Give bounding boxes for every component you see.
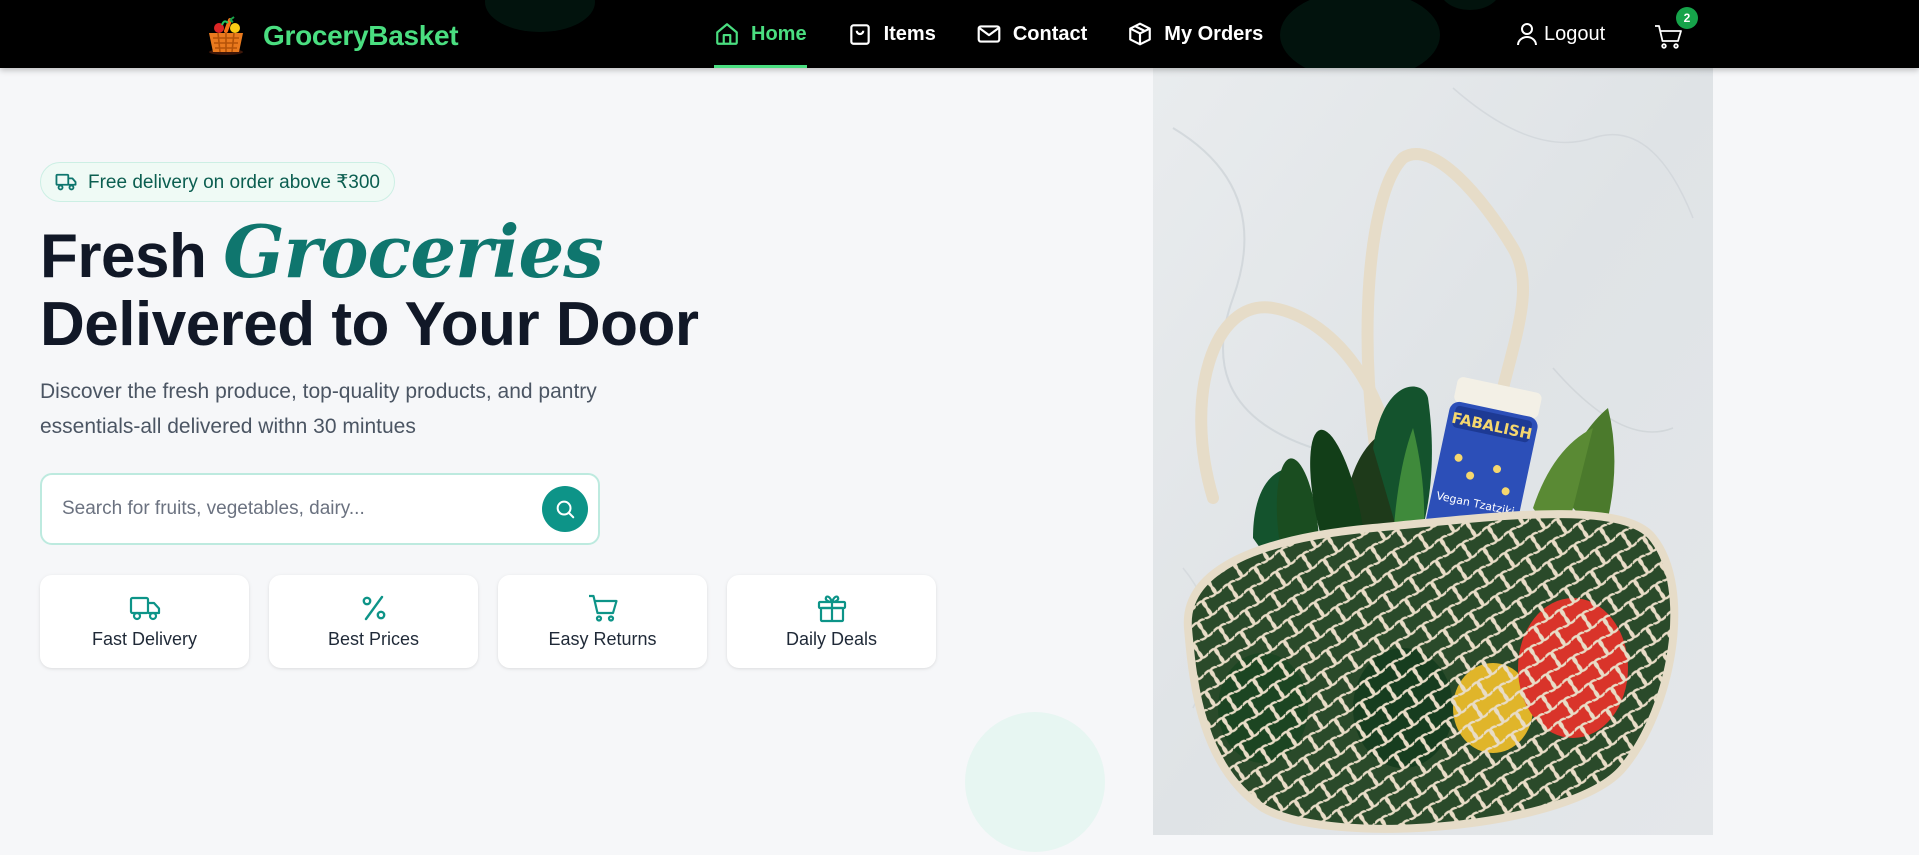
feature-cards: Fast Delivery Best Prices Easy Returns D… (40, 575, 956, 668)
hero-subtext: Discover the fresh produce, top-quality … (40, 380, 597, 438)
main-nav: Home Items Contact My Orders (714, 0, 1303, 68)
decorative-circle (965, 712, 1105, 852)
headline-accent: Groceries (223, 209, 604, 294)
search-icon (556, 500, 575, 519)
navbar: GroceryBasket Home Items Contact My Orde… (0, 0, 1919, 68)
nav-decoration (1280, 0, 1440, 68)
headline-line2: Delivered to Your Door (40, 290, 699, 359)
nav-home-label: Home (751, 22, 807, 45)
headline-word: Fresh (40, 222, 207, 291)
nav-decoration (1440, 0, 1500, 10)
free-delivery-badge: Free delivery on order above ₹300 (40, 162, 395, 202)
package-icon (1129, 22, 1152, 46)
feature-label: Fast Delivery (91, 629, 198, 649)
cart-icon (1655, 25, 1682, 49)
logout-button[interactable]: Logout (1516, 0, 1605, 68)
search-input[interactable] (62, 498, 542, 520)
feature-card-fast-delivery: Fast Delivery (40, 575, 249, 668)
search-bar (40, 473, 600, 545)
feature-card-daily-deals: Daily Deals (727, 575, 936, 668)
cart-button[interactable]: 2 (1654, 7, 1698, 50)
feature-card-best-prices: Best Prices (269, 575, 478, 668)
nav-contact[interactable]: Contact (976, 0, 1087, 68)
nav-home[interactable]: Home (714, 0, 807, 68)
home-icon (716, 23, 738, 45)
nav-decoration (485, 0, 595, 32)
nav-my-orders[interactable]: My Orders (1127, 0, 1263, 68)
nav-items[interactable]: Items (847, 0, 936, 68)
free-delivery-text: Free delivery on order above ₹300 (88, 171, 380, 193)
truck-icon (129, 596, 160, 621)
truck-icon (55, 173, 77, 191)
cart-count-badge: 2 (1676, 7, 1698, 29)
feature-label: Best Prices (327, 629, 420, 649)
brand-link[interactable]: GroceryBasket (205, 16, 459, 56)
shopping-bag-icon (849, 24, 870, 45)
feature-card-easy-returns: Easy Returns (498, 575, 707, 668)
nav-items-label: Items (883, 22, 936, 45)
hero-headline: Fresh Groceries Delivered to Your Door (40, 216, 699, 359)
feature-label: Daily Deals (785, 629, 878, 649)
basket-icon (205, 16, 247, 56)
logout-label: Logout (1544, 22, 1606, 45)
mail-icon (977, 25, 1001, 43)
feature-label: Easy Returns (548, 629, 657, 649)
user-icon (1517, 23, 1537, 46)
brand-name: GroceryBasket (263, 20, 459, 51)
gift-icon (817, 595, 846, 623)
search-button[interactable] (542, 486, 588, 532)
cart-icon (588, 594, 618, 622)
nav-my-orders-label: My Orders (1164, 22, 1264, 45)
percent-icon (362, 595, 385, 621)
hero-image: FABALISH Vegan Tzatziki (1153, 68, 1713, 835)
nav-contact-label: Contact (1012, 22, 1088, 45)
